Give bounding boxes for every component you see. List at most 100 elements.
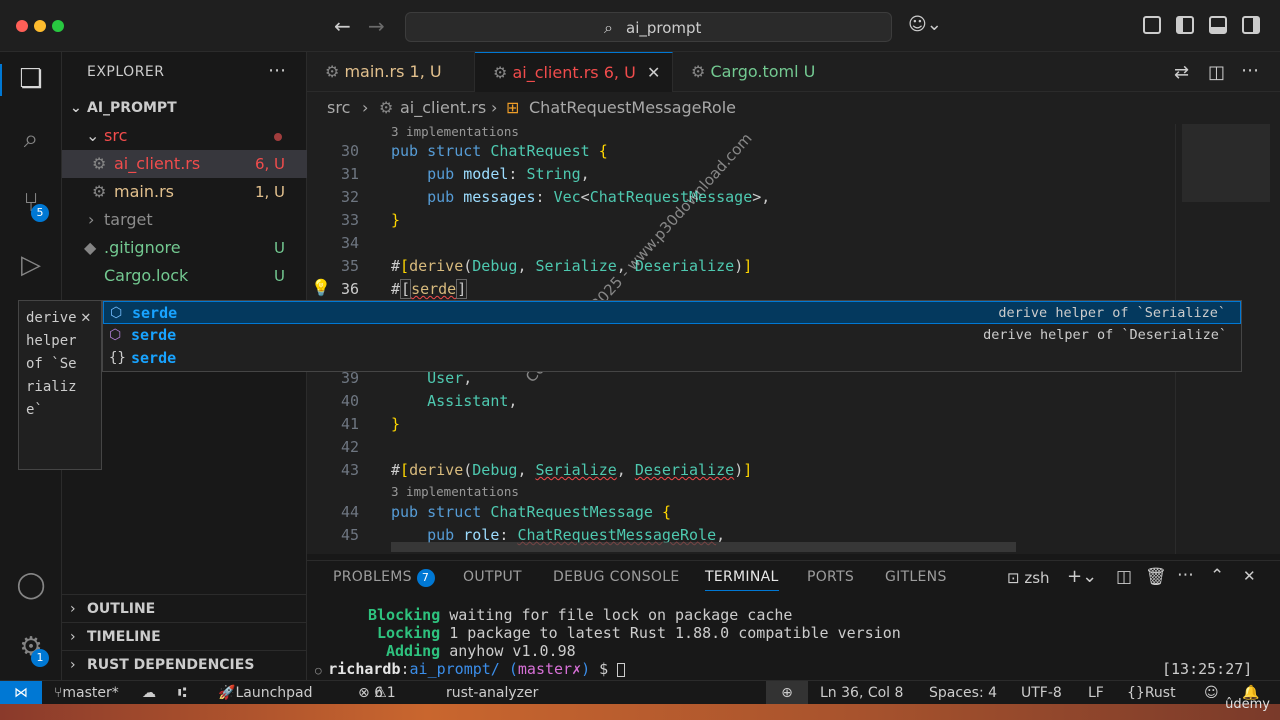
tree-root[interactable]: ⌄ AI_PROMPT	[62, 94, 307, 122]
sync-icon[interactable]: ☁	[142, 681, 156, 705]
line-ending[interactable]: LF	[1088, 681, 1104, 705]
split-terminal-icon[interactable]: ◫	[1116, 567, 1132, 587]
tree-file-cargo-lock[interactable]: Cargo.lock U	[62, 262, 307, 290]
rust-dependencies-section[interactable]: › RUST DEPENDENCIES	[62, 650, 307, 678]
copilot-icon[interactable]: ☺⌄	[908, 14, 942, 35]
codelens-implementations[interactable]: 3 implementations	[391, 484, 519, 499]
close-icon[interactable]: ✕	[1243, 567, 1256, 585]
tab-main-rs[interactable]: ⚙ main.rs 1, U	[307, 52, 475, 92]
toggle-sidebar-icon[interactable]	[1176, 16, 1194, 34]
folder-label: target	[104, 210, 153, 229]
language-mode[interactable]: {} Rust	[1127, 681, 1176, 705]
braces-icon: {}	[109, 350, 126, 366]
outline-section[interactable]: › OUTLINE	[62, 594, 307, 622]
account-icon[interactable]: ◯	[14, 568, 48, 602]
tree-file-main[interactable]: ⚙ main.rs 1, U	[62, 178, 307, 206]
tab-output[interactable]: OUTPUT	[463, 569, 522, 585]
line-number: 31	[340, 165, 359, 183]
split-editor-icon[interactable]: ◫	[1208, 62, 1225, 83]
suggest-item[interactable]: ⬡ serde derive helper of `Deserialize`	[103, 324, 1241, 347]
chevron-up-icon[interactable]: ⌃	[1210, 566, 1224, 586]
explorer-icon[interactable]: ❏	[14, 62, 48, 96]
customize-layout-icon[interactable]	[1143, 16, 1161, 34]
close-window-button[interactable]	[16, 20, 28, 32]
settings-badge: 1	[31, 649, 49, 667]
toggle-panel-icon[interactable]	[1209, 16, 1227, 34]
file-label: .gitignore	[104, 238, 181, 257]
module-icon: ⬡	[110, 305, 123, 321]
tab-problems[interactable]: PROBLEMS 7	[333, 569, 435, 587]
copilot-icon[interactable]: ☺	[1204, 681, 1219, 705]
toggle-secondary-sidebar-icon[interactable]	[1242, 16, 1260, 34]
tab-debug-console[interactable]: DEBUG CONSOLE	[553, 569, 680, 585]
cursor-position[interactable]: Ln 36, Col 8	[820, 681, 903, 705]
tab-cargo-toml[interactable]: ⚙ Cargo.toml U	[673, 52, 841, 92]
rust-file-icon: ⚙	[493, 63, 513, 82]
tree-folder-src[interactable]: ⌄ src	[62, 122, 307, 150]
forward-arrow-icon[interactable]: →	[368, 14, 385, 38]
module-icon: ⬡	[109, 327, 122, 343]
back-arrow-icon[interactable]: ←	[334, 14, 351, 38]
enum-icon: ⊞	[506, 98, 520, 117]
timeline-section[interactable]: › TIMELINE	[62, 622, 307, 650]
search-icon: ⌕	[604, 18, 613, 37]
code-line: #[derive(Debug, Serialize, Deserialize)]	[391, 257, 753, 275]
file-label: main.rs	[114, 182, 174, 201]
terminal-prompt[interactable]: ○ richardb:ai_prompt/ (master✗) $	[315, 660, 626, 678]
compare-icon[interactable]: ⇄	[1174, 62, 1189, 83]
breadcrumb-folder[interactable]: src	[327, 92, 350, 124]
editor-tabs: ⚙ main.rs 1, U ⚙ ai_client.rs 6, U ✕ ⚙ C…	[307, 52, 1280, 92]
section-label: RUST DEPENDENCIES	[87, 657, 255, 673]
suggest-item[interactable]: {} serde	[103, 347, 1241, 370]
command-center[interactable]: ⌕ ai_prompt	[405, 12, 892, 42]
suggest-label: serde	[132, 304, 178, 322]
tab-ports[interactable]: PORTS	[807, 569, 854, 585]
codelens-implementations[interactable]: 3 implementations	[391, 124, 519, 139]
breadcrumb-file[interactable]: ai_client.rs	[400, 92, 486, 124]
macos-dock-strip: ûdemy	[0, 697, 1280, 720]
zoom-icon[interactable]: ⊕	[766, 681, 808, 705]
tab-gitlens[interactable]: GITLENS	[885, 569, 947, 585]
trash-icon[interactable]: 🗑	[1145, 567, 1167, 587]
tab-ai-client-rs[interactable]: ⚙ ai_client.rs 6, U ✕	[475, 52, 673, 92]
tree-file-gitignore[interactable]: ◆ .gitignore U	[62, 234, 307, 262]
tree-file-ai-client[interactable]: ⚙ ai_client.rs 6, U	[62, 150, 307, 178]
tab-terminal[interactable]: TERMINAL	[705, 569, 779, 591]
horizontal-scrollbar[interactable]	[391, 542, 1016, 552]
remote-indicator-icon[interactable]: ⋈	[0, 681, 42, 705]
new-terminal-icon[interactable]: +⌄	[1067, 566, 1097, 587]
more-actions-icon[interactable]: ⋯	[1177, 565, 1194, 585]
suggest-detail: derive helper of `Deserialize`	[983, 327, 1227, 343]
indentation[interactable]: Spaces: 4	[929, 681, 997, 705]
branch-indicator[interactable]: ⑂ master*	[54, 681, 119, 705]
problems-indicator[interactable]: ⊗ 6 ⚠ 1	[358, 681, 396, 705]
tree-folder-target[interactable]: › target	[62, 206, 307, 234]
run-debug-icon[interactable]: ▷	[14, 248, 48, 282]
line-number: 43	[340, 461, 359, 479]
search-icon[interactable]: ⌕	[14, 122, 48, 156]
rust-analyzer-status[interactable]: rust-analyzer	[446, 681, 538, 705]
terminal-verb: Adding	[386, 642, 441, 660]
line-number: 34	[340, 234, 359, 252]
more-actions-icon[interactable]: ⋯	[268, 60, 286, 81]
more-actions-icon[interactable]: ⋯	[1241, 60, 1259, 81]
terminal-line: Locking 1 package to latest Rust 1.88.0 …	[377, 624, 901, 642]
terminal-text: anyhow v1.0.98	[449, 642, 576, 660]
terminal-line: Adding anyhow v1.0.98	[386, 642, 576, 660]
close-icon[interactable]: ✕	[647, 53, 660, 93]
gitlens-icon[interactable]: ⑆	[178, 681, 186, 705]
launchpad-item[interactable]: 🚀 Launchpad	[218, 681, 313, 705]
minimap-slider[interactable]	[1182, 124, 1270, 202]
suggest-item[interactable]: ⬡ serde derive helper of `Serialize`	[103, 301, 1241, 324]
maximize-window-button[interactable]	[52, 20, 64, 32]
code-line: pub struct ChatRequest {	[391, 142, 608, 160]
rust-file-icon: ⚙	[92, 154, 107, 173]
line-number: 30	[340, 142, 359, 160]
breadcrumb-symbol[interactable]: ChatRequestMessageRole	[529, 92, 736, 124]
code-line: pub struct ChatRequestMessage {	[391, 503, 671, 521]
terminal-shell-selector[interactable]: ⊡ zsh	[1007, 569, 1050, 587]
close-icon[interactable]: ✕	[81, 307, 91, 326]
active-indicator	[0, 64, 2, 96]
encoding[interactable]: UTF-8	[1021, 681, 1062, 705]
minimize-window-button[interactable]	[34, 20, 46, 32]
